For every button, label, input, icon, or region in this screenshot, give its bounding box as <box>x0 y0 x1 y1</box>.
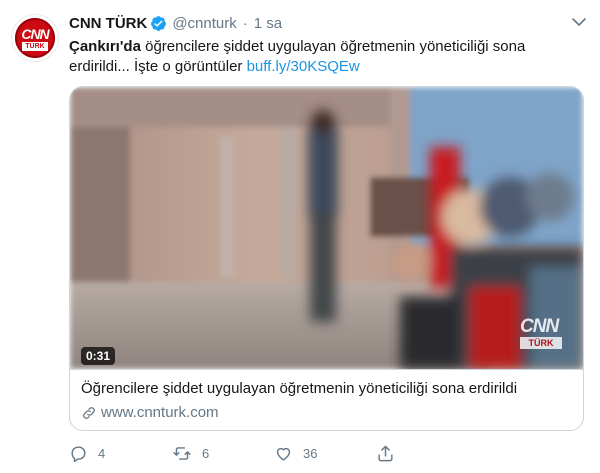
dot-separator: · <box>242 14 248 32</box>
share-icon <box>378 445 393 461</box>
like-icon <box>276 447 291 461</box>
tweet-link[interactable]: buff.ly/30KSQEw <box>247 58 360 75</box>
card-title: Öğrencilere şiddet uygulayan öğretmenin … <box>81 380 518 397</box>
card-domain-row: www.cnnturk.com <box>81 404 219 421</box>
cnn-turk-logo: CNN TÜRK <box>15 18 55 58</box>
video-thumbnail[interactable]: 0:31 CNN TÜRK <box>70 87 583 369</box>
retweet-icon <box>173 446 191 460</box>
tweet-actions: 4 6 36 <box>69 440 489 466</box>
like-count: 36 <box>303 445 318 461</box>
like-button[interactable]: 36 <box>274 440 317 466</box>
cnn-turk-watermark: CNN TÜRK <box>520 316 575 354</box>
link-card[interactable]: 0:31 CNN TÜRK Öğrencilere şiddet uygulay… <box>69 86 584 431</box>
chevron-down-icon[interactable] <box>571 15 587 29</box>
reply-icon <box>71 445 86 462</box>
verified-badge-icon <box>151 15 167 31</box>
tweet-text-bold: Çankırı'da <box>69 38 141 55</box>
card-info[interactable]: Öğrencilere şiddet uygulayan öğretmenin … <box>70 369 583 430</box>
author-handle[interactable]: @cnnturk <box>172 15 236 32</box>
reply-button[interactable]: 4 <box>69 440 105 466</box>
tweet-header: CNN TÜRK @cnnturk · 1 sa <box>69 13 282 33</box>
card-domain: www.cnnturk.com <box>101 404 219 421</box>
reply-count: 4 <box>98 445 106 461</box>
link-icon <box>83 406 95 419</box>
tweet-text: Çankırı'da öğrencilere şiddet uygulayan … <box>69 37 584 77</box>
author-name[interactable]: CNN TÜRK <box>69 15 147 32</box>
avatar[interactable]: CNN TÜRK <box>11 14 59 62</box>
retweet-count: 6 <box>202 445 210 461</box>
tweet[interactable]: CNN TÜRK CNN TÜRK @cnnturk · 1 sa Çankır… <box>0 0 600 473</box>
video-duration-badge: 0:31 <box>81 347 116 365</box>
share-button[interactable] <box>376 440 395 466</box>
retweet-button[interactable]: 6 <box>172 440 209 466</box>
timestamp[interactable]: 1 sa <box>254 15 282 32</box>
